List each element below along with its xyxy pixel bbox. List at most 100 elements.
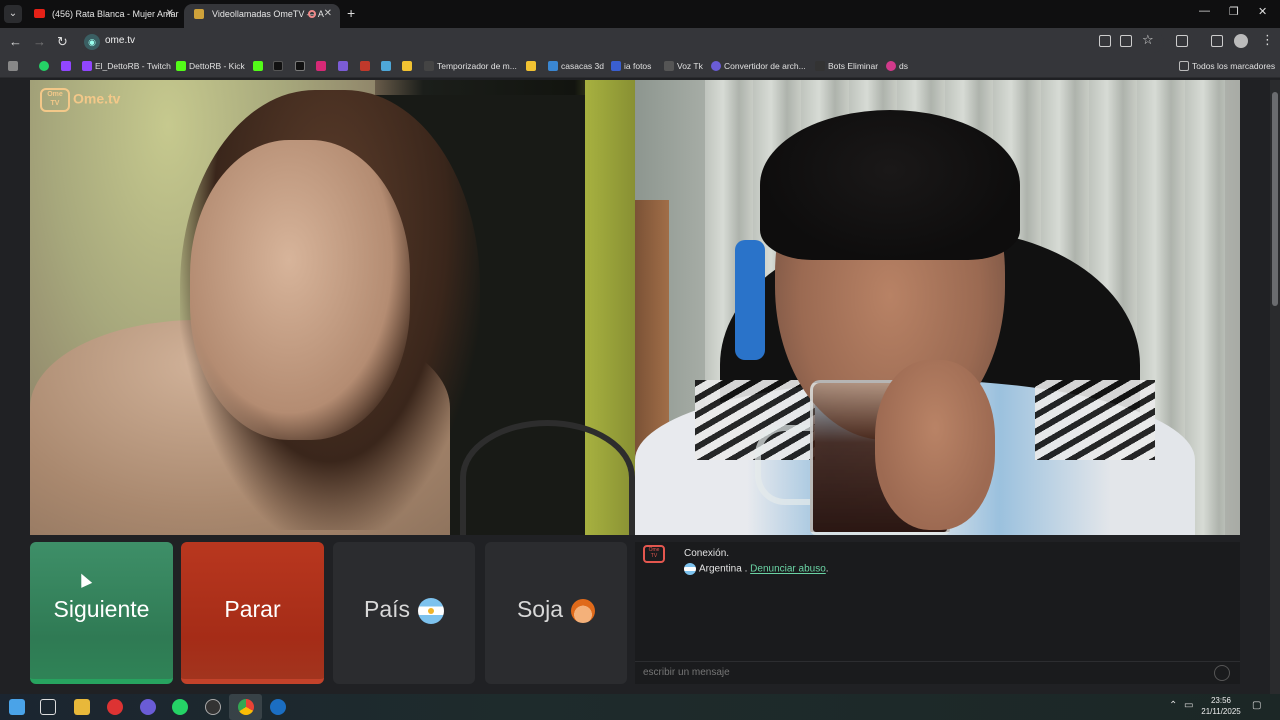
- network-icon[interactable]: ▭: [1184, 700, 1193, 711]
- stop-button[interactable]: Parar: [181, 542, 324, 684]
- puzzle-icon[interactable]: [381, 61, 391, 71]
- chat-input-bar: [635, 661, 1240, 684]
- bookmark-temporizador[interactable]: Temporizador de m...: [424, 60, 517, 74]
- bookmark-ia-fotos[interactable]: ia fotos: [611, 60, 651, 74]
- bookmark-casacas[interactable]: casacas 3d: [548, 60, 604, 74]
- instagram-icon[interactable]: [316, 61, 326, 71]
- gender-button[interactable]: Soja: [485, 542, 627, 684]
- bookmark-label: DettoRB - Kick: [189, 61, 245, 71]
- chat-period: .: [825, 563, 829, 575]
- all-bookmarks-folder[interactable]: Todos los marcadores: [1179, 60, 1275, 74]
- address-bar[interactable]: ◉ ome.tv: [80, 31, 1164, 53]
- scrollbar-thumb[interactable]: [1272, 92, 1278, 306]
- country-label: País: [363, 596, 411, 622]
- emoji-icon[interactable]: [1214, 665, 1230, 681]
- tab-search-button[interactable]: ⌄: [4, 5, 22, 23]
- bookmark-icon[interactable]: [360, 61, 370, 71]
- video-chair: [735, 240, 765, 360]
- bookmark-twitch[interactable]: El_DettoRB - Twitch: [82, 60, 171, 74]
- menu-kebab-icon[interactable]: ⋮: [1261, 32, 1274, 48]
- apps-grid-icon[interactable]: [8, 61, 18, 71]
- whatsapp-icon[interactable]: [172, 699, 188, 715]
- local-video: [635, 80, 1240, 535]
- forward-arrow-icon[interactable]: →: [33, 34, 46, 49]
- url-text[interactable]: ome.tv: [105, 35, 135, 46]
- tab-close-icon[interactable]: ✕: [324, 4, 332, 24]
- app-icon[interactable]: [107, 699, 123, 715]
- colors-icon[interactable]: [402, 61, 412, 71]
- chat-message-input[interactable]: [643, 667, 1203, 678]
- kick-icon[interactable]: [253, 61, 263, 71]
- folder-icon[interactable]: [526, 61, 536, 71]
- ometv-chat-logo-icon: Ome TV: [643, 545, 665, 563]
- ometv-logo[interactable]: Ome TV Ome.tv: [40, 88, 120, 112]
- tab-ometv[interactable]: Videollamadas OmeTV — A ✕: [184, 4, 340, 28]
- whatsapp-icon[interactable]: [39, 61, 49, 71]
- country-button[interactable]: País: [333, 542, 475, 684]
- browser-toolbar: ← → ↻ ◉ ome.tv ☆ ⋮: [0, 28, 1280, 56]
- discord-icon[interactable]: [140, 699, 156, 715]
- video-person: [875, 360, 995, 530]
- close-window-button[interactable]: ✕: [1258, 5, 1267, 18]
- page-scrollbar[interactable]: [1270, 80, 1280, 694]
- bookmark-star-icon[interactable]: ☆: [1142, 32, 1154, 48]
- profile-avatar[interactable]: [1234, 34, 1248, 48]
- tiktok-icon[interactable]: [273, 61, 283, 71]
- steam-icon[interactable]: [270, 699, 286, 715]
- ometv-logo-icon: Ome TV: [40, 88, 70, 112]
- next-button[interactable]: Siguiente: [30, 542, 173, 684]
- translate-icon[interactable]: [1099, 35, 1111, 47]
- bookmark-ds[interactable]: ds: [886, 60, 908, 74]
- site-info-icon[interactable]: ◉: [84, 34, 100, 50]
- back-arrow-icon[interactable]: ←: [9, 34, 22, 49]
- bookmark-bots[interactable]: Bots Eliminar: [815, 60, 878, 74]
- bookmark-label: Convertidor de arch...: [724, 61, 806, 71]
- gender-label: Soja: [516, 596, 564, 622]
- image-icon: [611, 61, 621, 71]
- reload-icon[interactable]: ↻: [57, 34, 68, 50]
- tab-youtube[interactable]: (456) Rata Blanca - Mujer Amar ✕: [24, 4, 182, 28]
- bookmark-label: ia fotos: [624, 61, 652, 71]
- bookmark-label: El_DettoRB - Twitch: [95, 61, 171, 71]
- twitch-icon: [82, 61, 92, 71]
- file-explorer-icon[interactable]: [74, 699, 90, 715]
- browser-tab-strip: ⌄ (456) Rata Blanca - Mujer Amar ✕ Video…: [0, 0, 1280, 28]
- canva-icon[interactable]: [338, 61, 348, 71]
- bookmark-voz-tk[interactable]: Voz Tk: [664, 60, 703, 74]
- minimize-button[interactable]: —: [1199, 5, 1210, 17]
- task-view-icon[interactable]: [40, 699, 56, 715]
- report-abuse-link[interactable]: Denunciar abuso: [750, 564, 826, 575]
- bookmark-label: Voz Tk: [677, 61, 703, 71]
- bookmark-kick[interactable]: DettoRB - Kick: [176, 60, 245, 74]
- windows-taskbar: ⌃ ▭ 23:56 21/11/2025 ▢: [0, 694, 1280, 720]
- obs-icon[interactable]: [205, 699, 221, 715]
- video-chair: [460, 420, 635, 535]
- system-clock[interactable]: 23:56 21/11/2025: [1198, 695, 1244, 717]
- bookmark-label: Temporizador de m...: [437, 61, 517, 71]
- bot-icon: [815, 61, 825, 71]
- twitch-icon[interactable]: [61, 61, 71, 71]
- windows-start-icon[interactable]: [9, 699, 25, 715]
- bookmark-convertidor[interactable]: Convertidor de arch...: [711, 60, 806, 74]
- bookmark-label: Todos los marcadores: [1192, 61, 1276, 71]
- remote-video: Ome TV Ome.tv: [30, 80, 635, 535]
- chrome-icon[interactable]: [238, 699, 254, 715]
- chat-status: Conexión.: [684, 548, 730, 559]
- cube-icon: [548, 61, 558, 71]
- new-tab-button[interactable]: +: [347, 5, 355, 21]
- boy-emoji-icon: [571, 598, 596, 623]
- restore-button[interactable]: ❐: [1229, 5, 1239, 18]
- media-control-icon[interactable]: [1211, 35, 1223, 47]
- x-twitter-icon[interactable]: [295, 61, 305, 71]
- ds-icon: [886, 61, 896, 71]
- clock-date: 21/11/2025: [1201, 707, 1241, 716]
- tab-close-icon[interactable]: ✕: [166, 4, 174, 24]
- cast-icon[interactable]: [1120, 35, 1132, 47]
- video-person: [1035, 380, 1155, 460]
- extensions-icon[interactable]: [1176, 35, 1188, 47]
- video-person: [760, 110, 1020, 260]
- argentina-flag-icon: [684, 563, 696, 575]
- notifications-icon[interactable]: ▢: [1252, 700, 1261, 711]
- video-glass: [755, 425, 815, 505]
- tray-chevron-icon[interactable]: ⌃: [1169, 700, 1177, 711]
